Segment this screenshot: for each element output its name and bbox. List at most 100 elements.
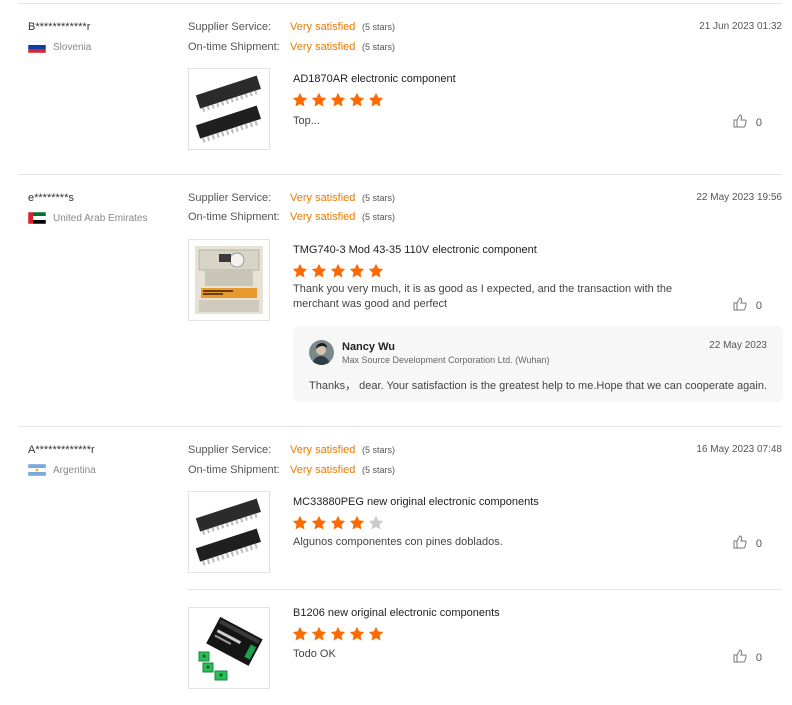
star-icon bbox=[292, 515, 308, 530]
seller-company: Max Source Development Corporation Ltd. … bbox=[342, 355, 550, 365]
star-icon bbox=[330, 626, 346, 641]
buyer-country: Slovenia bbox=[28, 41, 91, 53]
review-item: TMG740-3 Mod 43-35 110V electronic compo… bbox=[188, 239, 782, 323]
country-name: United Arab Emirates bbox=[53, 212, 148, 224]
star-icon bbox=[330, 263, 346, 278]
star-icon bbox=[349, 263, 365, 278]
review-comment: Todo OK bbox=[293, 648, 336, 660]
star-icon bbox=[349, 626, 365, 641]
star-rating bbox=[292, 92, 387, 108]
like-button[interactable]: 0 bbox=[733, 535, 762, 552]
supplier-service-rating: Supplier Service: Very satisfied (5 star… bbox=[188, 21, 395, 33]
star-icon bbox=[330, 515, 346, 530]
star-icon bbox=[311, 626, 327, 641]
buyer-name: B************r bbox=[28, 21, 91, 33]
seller-name: Nancy Wu bbox=[342, 341, 395, 353]
product-title[interactable]: TMG740-3 Mod 43-35 110V electronic compo… bbox=[293, 244, 537, 256]
on-time-shipment-rating: On-time Shipment: Very satisfied (5 star… bbox=[188, 211, 395, 223]
rating-stars-text: (5 stars) bbox=[362, 22, 396, 32]
rating-label: On-time Shipment: bbox=[188, 464, 280, 476]
rating-value: Very satisfied bbox=[290, 41, 356, 53]
star-rating bbox=[292, 626, 387, 642]
uae-flag-icon bbox=[28, 212, 46, 224]
review-date: 22 May 2023 19:56 bbox=[696, 192, 782, 203]
rating-value: Very satisfied bbox=[290, 444, 356, 456]
review-card: B************r Slovenia 21 Jun 2023 01:3… bbox=[18, 3, 782, 174]
thumbs-up-icon[interactable] bbox=[733, 649, 756, 666]
thumbs-up-icon[interactable] bbox=[733, 535, 756, 552]
reply-date: 22 May 2023 bbox=[709, 340, 767, 351]
item-divider bbox=[188, 589, 782, 590]
star-icon bbox=[349, 92, 365, 107]
buyer-name: e********s bbox=[28, 192, 74, 204]
star-rating bbox=[292, 263, 387, 279]
star-icon bbox=[330, 92, 346, 107]
slovenia-flag-icon bbox=[28, 41, 46, 53]
supplier-service-rating: Supplier Service: Very satisfied (5 star… bbox=[188, 192, 395, 204]
star-icon bbox=[292, 626, 308, 641]
like-count: 0 bbox=[755, 299, 762, 312]
reply-text: Thanks， dear. Your satisfaction is the g… bbox=[309, 380, 768, 392]
review-date: 16 May 2023 07:48 bbox=[696, 444, 782, 455]
star-icon bbox=[368, 515, 384, 530]
rating-stars-text: (5 stars) bbox=[362, 445, 396, 455]
like-count: 0 bbox=[755, 116, 762, 129]
star-icon bbox=[292, 92, 308, 107]
like-count: 0 bbox=[755, 651, 762, 664]
star-icon bbox=[292, 263, 308, 278]
review-comment: Top... bbox=[293, 115, 320, 127]
review-comment: Thank you very much, it is as good as I … bbox=[293, 283, 673, 310]
rating-value: Very satisfied bbox=[290, 192, 356, 204]
seller-reply: Nancy Wu Max Source Development Corporat… bbox=[293, 326, 783, 402]
seller-avatar bbox=[309, 340, 334, 365]
rating-label: On-time Shipment: bbox=[188, 211, 280, 223]
review-item: AD1870AR electronic component Top... 0 bbox=[188, 68, 782, 152]
review-item: B1206 new original electronic components… bbox=[188, 607, 782, 691]
country-name: Slovenia bbox=[53, 41, 92, 53]
product-thumbnail[interactable] bbox=[188, 491, 270, 573]
like-count: 0 bbox=[755, 537, 762, 550]
star-icon bbox=[368, 263, 384, 278]
review-comment: Algunos componentes con pines doblados. bbox=[293, 536, 503, 548]
like-button[interactable]: 0 bbox=[733, 114, 762, 131]
star-icon bbox=[368, 92, 384, 107]
star-icon bbox=[349, 515, 365, 530]
product-title[interactable]: B1206 new original electronic components bbox=[293, 607, 500, 619]
buyer-country: United Arab Emirates bbox=[28, 212, 148, 224]
rating-label: Supplier Service: bbox=[188, 192, 272, 204]
star-rating bbox=[292, 515, 387, 531]
product-title[interactable]: MC33880PEG new original electronic compo… bbox=[293, 496, 539, 508]
rating-stars-text: (5 stars) bbox=[362, 212, 396, 222]
like-button[interactable]: 0 bbox=[733, 297, 762, 314]
star-icon bbox=[311, 515, 327, 530]
rating-stars-text: (5 stars) bbox=[362, 193, 396, 203]
thumbs-up-icon[interactable] bbox=[733, 297, 756, 314]
review-card: e********s United Arab Emirates 22 May 2… bbox=[18, 174, 783, 426]
star-icon bbox=[311, 92, 327, 107]
on-time-shipment-rating: On-time Shipment: Very satisfied (5 star… bbox=[188, 41, 395, 53]
review-item: MC33880PEG new original electronic compo… bbox=[188, 491, 782, 590]
buyer-country: Argentina bbox=[28, 464, 96, 476]
product-thumbnail[interactable] bbox=[188, 239, 270, 321]
country-name: Argentina bbox=[53, 464, 96, 476]
on-time-shipment-rating: On-time Shipment: Very satisfied (5 star… bbox=[188, 464, 395, 476]
product-title[interactable]: AD1870AR electronic component bbox=[293, 73, 456, 85]
rating-value: Very satisfied bbox=[290, 211, 356, 223]
thumbs-up-icon[interactable] bbox=[733, 114, 756, 131]
product-thumbnail[interactable] bbox=[188, 68, 270, 150]
rating-label: On-time Shipment: bbox=[188, 41, 280, 53]
star-icon bbox=[311, 263, 327, 278]
rating-stars-text: (5 stars) bbox=[362, 42, 396, 52]
review-date: 21 Jun 2023 01:32 bbox=[699, 21, 782, 32]
supplier-service-rating: Supplier Service: Very satisfied (5 star… bbox=[188, 444, 395, 456]
rating-stars-text: (5 stars) bbox=[362, 465, 396, 475]
rating-label: Supplier Service: bbox=[188, 21, 272, 33]
rating-label: Supplier Service: bbox=[188, 444, 272, 456]
buyer-name: A*************r bbox=[28, 444, 95, 456]
rating-value: Very satisfied bbox=[290, 464, 356, 476]
star-icon bbox=[368, 626, 384, 641]
like-button[interactable]: 0 bbox=[733, 649, 762, 666]
product-thumbnail[interactable] bbox=[188, 607, 270, 689]
review-card: A*************r Argentina 16 May 2023 07… bbox=[18, 426, 782, 705]
rating-value: Very satisfied bbox=[290, 21, 356, 33]
